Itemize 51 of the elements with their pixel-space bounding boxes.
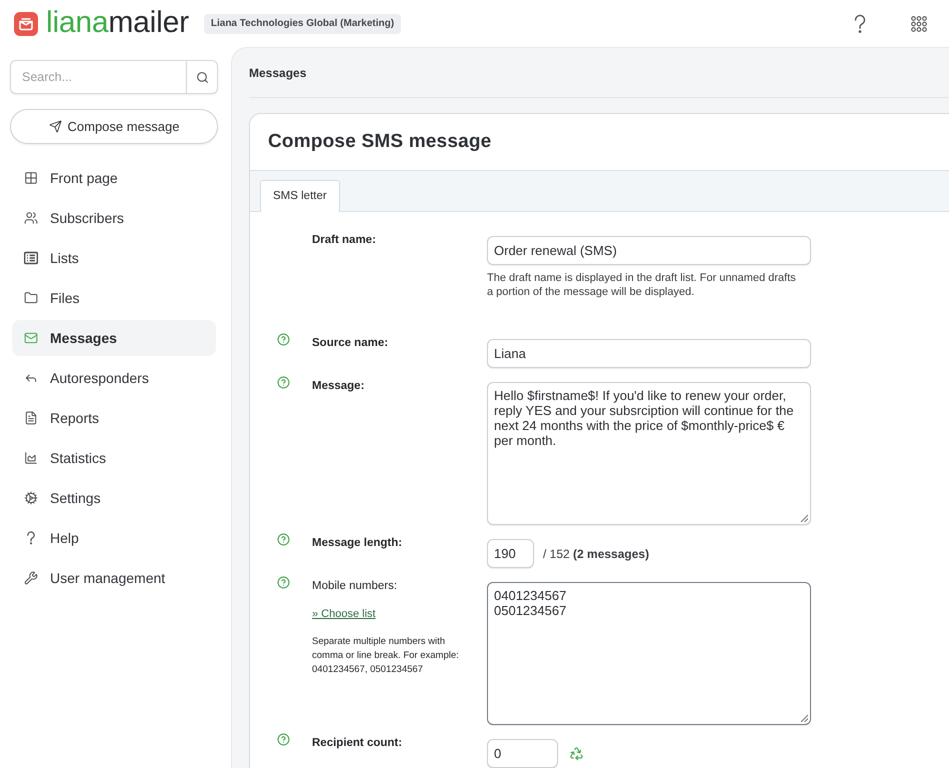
nav-item[interactable]: Reports — [12, 400, 216, 436]
page-title: Compose SMS message — [268, 130, 492, 154]
resize-grip-icon[interactable] — [800, 514, 808, 522]
message-count-text: / 152 (2 messages) — [543, 546, 650, 562]
field-hint: The draft name is displayed in the draft list. For unnamed drafts a portion of the message will be displayed. — [487, 271, 797, 299]
message-textarea[interactable]: Hello $firstname$! If you'd like to renew your order, reply YES and your subsrciption will continue for the next 24 months with the price of $monthly-price$ € per month. — [487, 382, 811, 525]
list-icon — [24, 251, 38, 265]
field-label: Recipient count: — [312, 736, 404, 750]
mail-icon — [24, 331, 38, 345]
field-label: Draft name: — [312, 233, 377, 247]
document-icon — [24, 411, 38, 425]
logo-icon[interactable] — [14, 12, 38, 36]
field-label: Source name: — [312, 336, 390, 350]
gear-icon — [24, 491, 38, 505]
nav-item[interactable]: Front page — [12, 160, 216, 196]
field-label: Mobile numbers: — [312, 579, 398, 593]
search-button[interactable] — [186, 60, 218, 94]
organization-badge: Liana Technologies Global (Marketing) — [204, 14, 402, 34]
breadcrumb[interactable]: Messages — [249, 64, 306, 82]
nav-item[interactable]: Statistics — [12, 440, 216, 476]
nav-item[interactable]: Help — [12, 520, 216, 556]
wrench-icon — [24, 571, 38, 585]
text-field[interactable]: Liana — [487, 339, 811, 368]
resize-grip-icon[interactable] — [800, 714, 808, 722]
send-icon — [48, 120, 62, 133]
nav-item[interactable]: User management — [12, 560, 216, 596]
nav-item[interactable]: Messages — [12, 320, 216, 356]
apps-grid-icon[interactable] — [911, 16, 927, 32]
nav-item[interactable]: Files — [12, 280, 216, 316]
help-icon[interactable] — [853, 14, 867, 34]
nav-item[interactable]: Autoresponders — [12, 360, 216, 396]
folder-icon — [24, 291, 38, 305]
nav-item[interactable]: Lists — [12, 240, 216, 276]
nav-item[interactable]: Subscribers — [12, 200, 216, 236]
logo-wordmark: lianamailer — [46, 8, 189, 40]
text-field[interactable]: Order renewal (SMS) — [487, 236, 811, 265]
count-field[interactable]: 0 — [487, 739, 558, 768]
users-icon — [24, 211, 38, 225]
recycle-icon[interactable] — [569, 746, 584, 761]
numbers-textarea[interactable]: 0401234567 0501234567 — [487, 582, 811, 725]
tab[interactable]: SMS letter — [260, 180, 340, 212]
nav-item[interactable]: Settings — [12, 480, 216, 516]
length-field[interactable]: 190 — [487, 539, 534, 568]
choose-list-link[interactable]: » Choose list — [312, 607, 376, 621]
area-chart-icon — [24, 451, 38, 465]
field-label: Message length: — [312, 536, 404, 550]
field-label: Message: — [312, 379, 366, 393]
compose-message-button[interactable]: Compose message — [10, 109, 218, 144]
field-note: Separate multiple numbers with comma or line break. For example: 0401234567, 0501234567 — [312, 635, 460, 677]
grid-icon — [24, 171, 38, 185]
search-icon — [196, 70, 208, 84]
